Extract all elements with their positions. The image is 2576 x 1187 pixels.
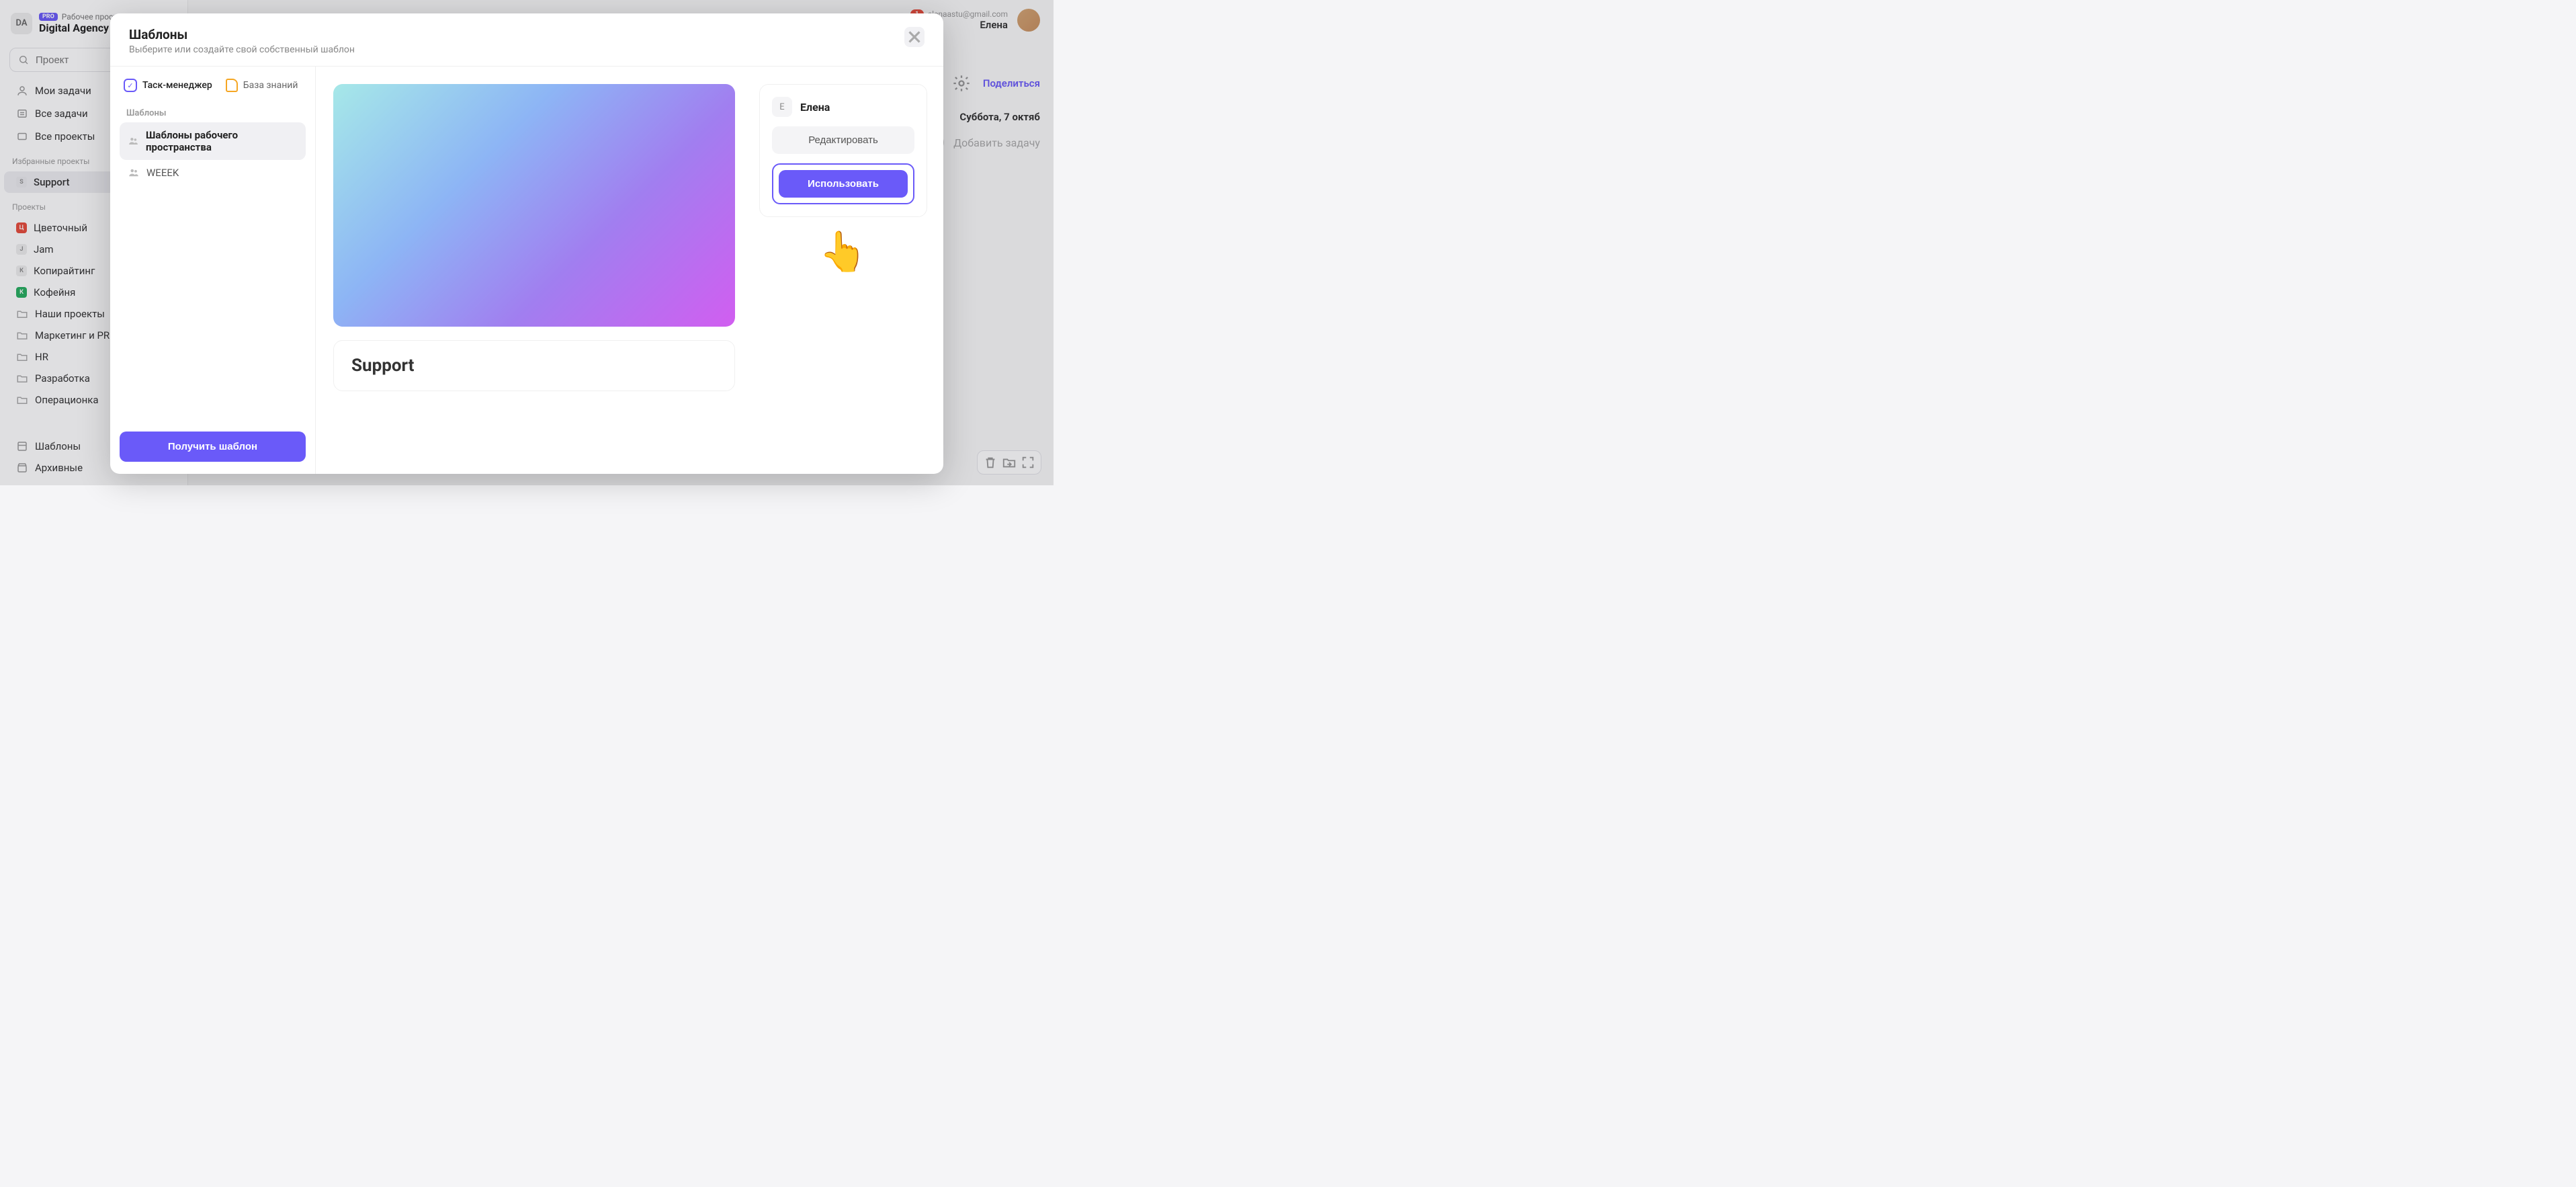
project-color-icon: S [16, 177, 27, 188]
add-task-row[interactable]: + Добавить задачу [928, 134, 1040, 151]
use-button-highlight: Использовать [772, 163, 914, 204]
tab-label: База знаний [243, 80, 298, 91]
project-color-icon: К [16, 265, 27, 276]
nav-label: Шаблоны [35, 440, 81, 452]
templates-modal: Шаблоны Выберите или создайте свой собст… [110, 13, 943, 474]
template-author: Е Елена [772, 97, 914, 117]
tab-knowledge-base[interactable]: База знаний [226, 79, 298, 92]
close-button[interactable] [904, 27, 925, 47]
template-section-label: Шаблоны [120, 104, 306, 122]
project-name: Наши проекты [35, 308, 105, 320]
modal-right-panel: Е Елена Редактировать Использовать 👆 [753, 67, 943, 474]
project-name: Операционка [35, 394, 99, 406]
template-preview-image [333, 84, 735, 327]
folder-icon [16, 394, 28, 406]
project-name: Маркетинг и PR [35, 329, 110, 341]
move-folder-icon[interactable] [1002, 455, 1017, 470]
document-icon [226, 79, 238, 92]
edit-button[interactable]: Редактировать [772, 126, 914, 154]
add-task-label: Добавить задачу [953, 136, 1040, 149]
nav-label: Все задачи [35, 108, 88, 120]
gear-icon[interactable] [952, 74, 971, 93]
project-name: Support [34, 176, 69, 188]
pointer-hand-icon: 👆 [759, 229, 927, 275]
author-name: Елена [800, 101, 830, 114]
project-name: Кофейня [34, 286, 75, 298]
projects-icon [16, 130, 28, 142]
people-icon [128, 135, 139, 147]
template-item-weeek[interactable]: WEEEK [120, 160, 306, 186]
template-item-label: Шаблоны рабочего пространства [146, 129, 298, 153]
template-title-card: Support [333, 340, 735, 391]
template-item-workspace[interactable]: Шаблоны рабочего пространства [120, 122, 306, 160]
template-icon [16, 440, 28, 452]
search-icon [18, 54, 29, 66]
tasks-icon [16, 108, 28, 120]
share-button[interactable]: Поделиться [983, 77, 1040, 89]
template-preview-title: Support [351, 356, 717, 376]
pro-badge: PRO [39, 13, 58, 21]
fullscreen-icon[interactable] [1021, 455, 1035, 470]
folder-icon [16, 329, 28, 341]
folder-icon [16, 351, 28, 363]
check-icon: ✓ [124, 79, 137, 92]
nav-label: Архивные [35, 462, 83, 474]
project-name: HR [35, 351, 48, 363]
project-name: Разработка [35, 372, 90, 384]
project-color-icon: К [16, 287, 27, 298]
user-icon [16, 85, 28, 97]
people-icon [128, 167, 140, 179]
trash-icon[interactable] [983, 455, 998, 470]
nav-label: Мои задачи [35, 85, 91, 97]
modal-preview-area: Support [316, 67, 753, 474]
modal-title: Шаблоны [129, 27, 355, 42]
bottom-toolbar [977, 450, 1041, 475]
template-item-label: WEEEK [146, 167, 179, 179]
tab-task-manager[interactable]: ✓ Таск-менеджер [124, 79, 212, 92]
modal-sidebar: ✓ Таск-менеджер База знаний Шаблоны Шабл… [110, 67, 316, 474]
author-avatar: Е [772, 97, 792, 117]
tab-label: Таск-менеджер [142, 80, 212, 91]
folder-icon [16, 372, 28, 384]
project-color-icon: Ц [16, 222, 27, 233]
use-button[interactable]: Использовать [779, 170, 908, 198]
project-name: Копирайтинг [34, 265, 95, 277]
project-color-icon: J [16, 244, 27, 255]
archive-icon [16, 462, 28, 474]
modal-subtitle: Выберите или создайте свой собственный ш… [129, 44, 355, 55]
workspace-avatar: DA [11, 13, 32, 34]
folder-icon [16, 308, 28, 320]
nav-label: Все проекты [35, 130, 95, 142]
user-name: Елена [980, 19, 1008, 31]
get-template-button[interactable]: Получить шаблон [120, 432, 306, 462]
project-name: Jam [34, 243, 54, 255]
user-avatar[interactable] [1017, 9, 1040, 32]
project-name: Цветочный [34, 222, 87, 234]
date-label: Суббота, 7 октяб [959, 111, 1040, 123]
